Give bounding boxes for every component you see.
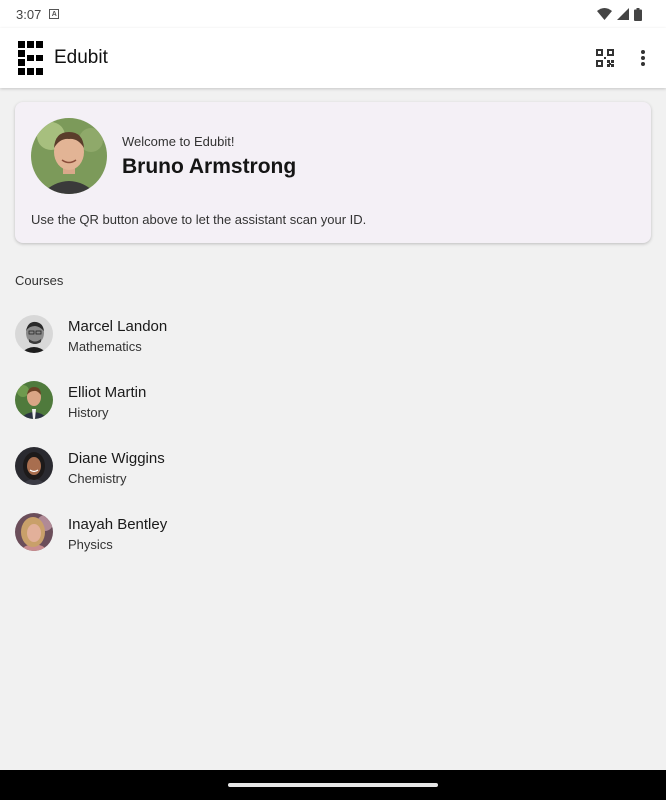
system-nav-bar [0, 770, 666, 800]
home-gesture-handle[interactable] [228, 783, 438, 787]
teacher-avatar [15, 381, 53, 419]
teacher-name: Elliot Martin [68, 384, 147, 401]
teacher-name: Marcel Landon [68, 318, 168, 335]
qr-hint-text: Use the QR button above to let the assis… [31, 212, 367, 227]
teacher-name: Inayah Bentley [68, 516, 168, 533]
course-subject: Mathematics [68, 339, 142, 354]
course-list: Marcel Landon Mathematics Elliot Martin … [0, 300, 666, 564]
brand: Edubit [18, 41, 108, 75]
course-item-chemistry[interactable]: Diane Wiggins Chemistry [0, 432, 666, 498]
a-badge-icon: A [49, 9, 60, 19]
edubit-logo-icon [18, 41, 43, 75]
user-avatar [31, 118, 107, 194]
app-actions [596, 49, 646, 67]
course-item-history[interactable]: Elliot Martin History [0, 366, 666, 432]
status-left: 3:07 A [16, 6, 60, 22]
status-bar: 3:07 A [0, 0, 666, 28]
welcome-card: Welcome to Edubit! Bruno Armstrong Use t… [15, 102, 651, 243]
app-bar: Edubit [0, 28, 666, 88]
teacher-name: Diane Wiggins [68, 450, 165, 467]
signal-icon [617, 8, 629, 20]
more-vert-icon [641, 50, 645, 66]
user-name: Bruno Armstrong [122, 155, 297, 178]
course-subject: Chemistry [68, 471, 127, 486]
courses-label: Courses [15, 273, 64, 288]
course-item-mathematics[interactable]: Marcel Landon Mathematics [0, 300, 666, 366]
course-subject: History [68, 405, 109, 420]
teacher-avatar [15, 513, 53, 551]
course-item-physics[interactable]: Inayah Bentley Physics [0, 498, 666, 564]
status-time: 3:07 [16, 6, 42, 22]
app-title: Edubit [54, 47, 108, 68]
battery-icon [634, 7, 642, 21]
wifi-icon [597, 8, 612, 20]
status-icons [597, 7, 642, 21]
qr-code-icon [596, 49, 614, 67]
qr-code-button[interactable] [596, 49, 614, 67]
course-subject: Physics [68, 537, 113, 552]
teacher-avatar [15, 447, 53, 485]
more-options-button[interactable] [640, 49, 646, 67]
welcome-greeting: Welcome to Edubit! [122, 134, 235, 149]
teacher-avatar [15, 315, 53, 353]
